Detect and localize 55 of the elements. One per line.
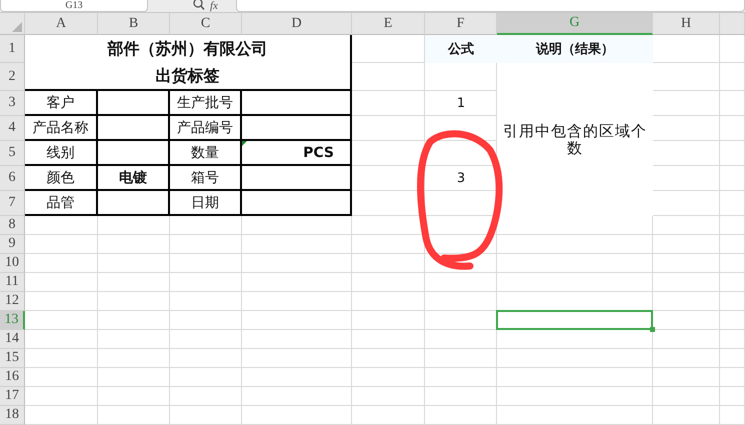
row-header[interactable]: 10: [0, 254, 25, 273]
table-cell-text: 3: [456, 170, 466, 188]
row-header[interactable]: 11: [0, 273, 25, 292]
table-cell: 产品编号: [170, 116, 242, 141]
title-cell: 部件（苏州）有限公司: [25, 35, 352, 63]
column-header[interactable]: E: [352, 13, 425, 35]
name-box[interactable]: G13: [0, 0, 148, 12]
row-header[interactable]: 1: [0, 35, 25, 63]
table-cell-text: 1: [456, 95, 466, 113]
row-header[interactable]: 9: [0, 235, 25, 254]
table-cell: 数量: [170, 141, 242, 166]
header-cell: 说明（结果）: [497, 35, 653, 63]
column-header[interactable]: F: [425, 13, 497, 35]
table-cell: [98, 116, 170, 141]
table-cell: [98, 91, 170, 116]
row-header[interactable]: 7: [0, 191, 25, 216]
header-cell: 公式: [425, 35, 497, 63]
selected-cell[interactable]: [496, 310, 653, 330]
table-cell: 客户: [25, 91, 98, 116]
table-cell: 品管: [25, 191, 98, 216]
table-cell: 生产批号: [170, 91, 242, 116]
row-header[interactable]: 4: [0, 116, 25, 141]
subtitle-cell: 出货标签: [25, 63, 352, 91]
column-header[interactable]: [720, 13, 745, 35]
table-cell: 电镀: [98, 166, 170, 191]
row-header[interactable]: 14: [0, 330, 25, 349]
row-header[interactable]: 12: [0, 292, 25, 311]
row-header[interactable]: 15: [0, 349, 25, 368]
column-header[interactable]: C: [170, 13, 242, 35]
table-cell: [98, 141, 170, 166]
column-header[interactable]: B: [98, 13, 170, 35]
row-header[interactable]: 17: [0, 387, 25, 406]
column-header[interactable]: A: [25, 13, 98, 35]
row-header[interactable]: 18: [0, 406, 25, 425]
row-header[interactable]: 8: [0, 216, 25, 235]
table-cell: 颜色: [25, 166, 98, 191]
table-cell: 引用中包含的区域个数: [497, 63, 653, 216]
formula-input-field[interactable]: [236, 0, 745, 12]
corner-triangle-icon: [12, 22, 22, 32]
row-header[interactable]: 6: [0, 166, 25, 191]
table-cell: PCS: [242, 141, 352, 166]
table-cell: 产品名称: [25, 116, 98, 141]
fx-label[interactable]: fx: [210, 0, 218, 12]
column-header[interactable]: H: [653, 13, 720, 35]
search-icon[interactable]: [192, 0, 206, 11]
row-header[interactable]: 3: [0, 91, 25, 116]
column-header[interactable]: D: [242, 13, 352, 35]
table-cell: 箱号: [170, 166, 242, 191]
row-header[interactable]: 5: [0, 141, 25, 166]
row-header[interactable]: 2: [0, 63, 25, 91]
table-cell: [98, 191, 170, 216]
select-all-button[interactable]: [0, 13, 25, 35]
table-cell: 日期: [170, 191, 242, 216]
table-cell: 线别: [25, 141, 98, 166]
row-header[interactable]: 16: [0, 368, 25, 387]
